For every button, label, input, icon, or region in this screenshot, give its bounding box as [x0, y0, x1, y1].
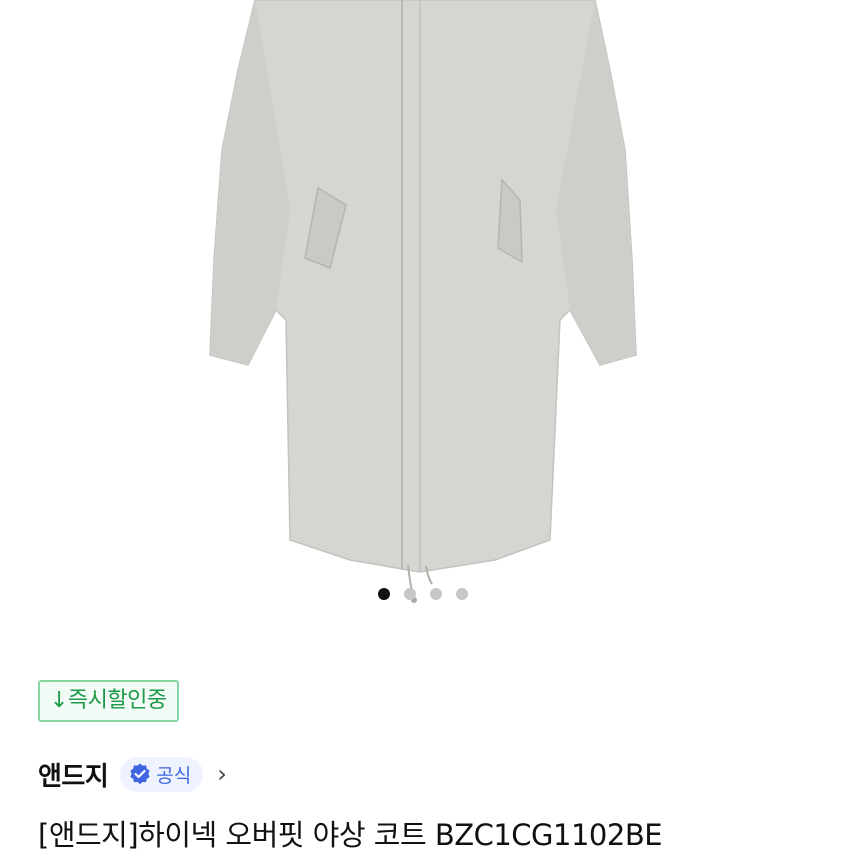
carousel-dot-4[interactable] — [456, 588, 468, 600]
chevron-right-icon[interactable]: › — [217, 760, 227, 788]
seller-row[interactable]: 앤드지 공식 › — [38, 754, 227, 794]
carousel-indicator — [0, 588, 846, 600]
coat-illustration — [209, 0, 637, 603]
carousel-dot-3[interactable] — [430, 588, 442, 600]
official-label: 공식 — [156, 764, 192, 787]
carousel-dot-2[interactable] — [404, 588, 416, 600]
product-title: [앤드지]하이넥 오버핏 야상 코트 BZC1CG1102BE — [38, 818, 663, 852]
official-badge: 공식 — [120, 756, 204, 792]
brand-name[interactable]: 앤드지 — [38, 756, 109, 793]
instant-discount-badge: ↓즉시할인중 — [38, 680, 179, 722]
product-image[interactable] — [0, 0, 846, 620]
verified-check-icon — [130, 763, 150, 785]
carousel-dot-1[interactable] — [378, 588, 390, 600]
